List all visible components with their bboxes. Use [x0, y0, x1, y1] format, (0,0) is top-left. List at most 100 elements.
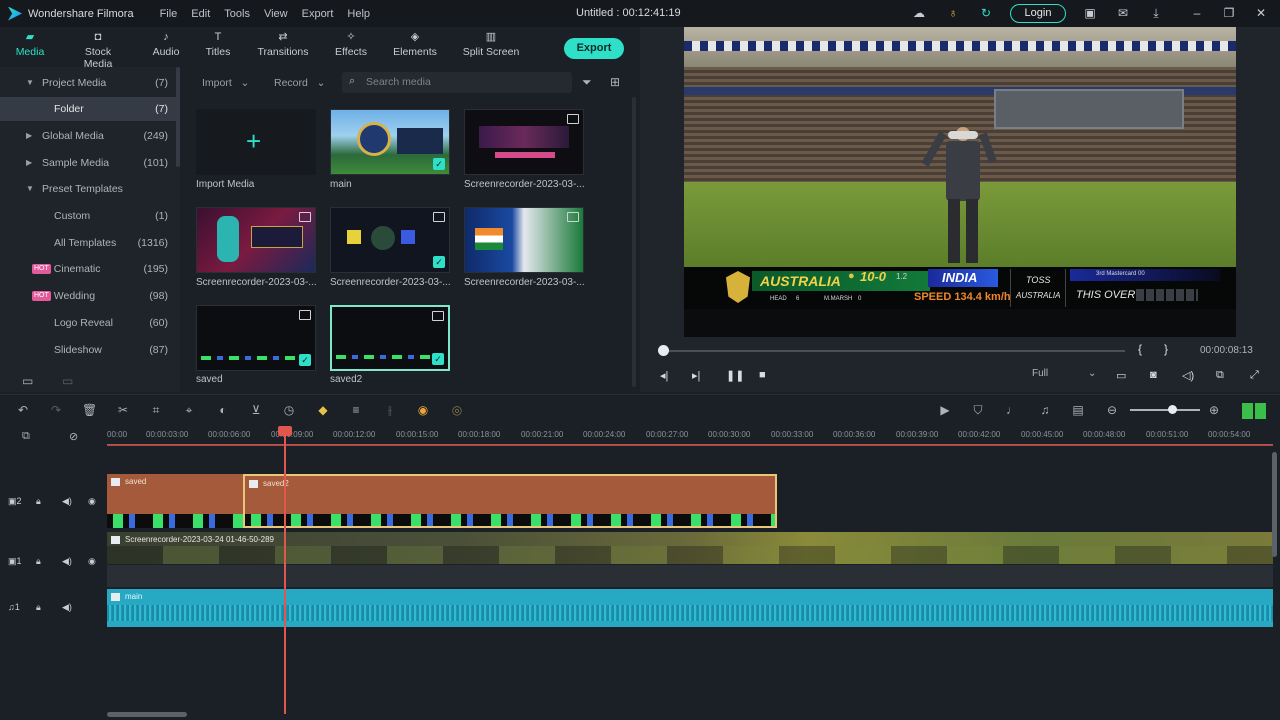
sidebar-item-custom[interactable]: Custom (1) — [0, 204, 176, 228]
sidebar-item-wedding[interactable]: HOT Wedding (98) — [0, 284, 176, 308]
undo-icon[interactable]: ↶ — [16, 403, 30, 417]
speaker-icon[interactable]: ◀) — [62, 496, 72, 507]
speaker-icon[interactable]: ◀) — [62, 602, 72, 613]
snapshot-camera-icon[interactable]: ◙ — [1150, 369, 1157, 381]
zoom-slider-handle[interactable] — [1168, 405, 1177, 414]
menu-view[interactable]: View — [264, 8, 288, 20]
tab-transitions[interactable]: ⇄ Transitions — [256, 31, 310, 58]
media-thumb-screenrecorder-2[interactable] — [196, 207, 316, 273]
redo-icon[interactable]: ↷ — [49, 403, 63, 417]
scrub-track[interactable] — [660, 350, 1125, 352]
cut-icon[interactable]: ✂ — [116, 403, 130, 417]
split-icon[interactable]: ⫲ — [383, 403, 397, 417]
import-dropdown[interactable]: Import ⌄ — [202, 73, 249, 93]
export-button[interactable]: Export — [564, 38, 624, 59]
play-icon[interactable]: ▸| — [692, 369, 700, 382]
media-thumb-main[interactable]: ✓ — [330, 109, 450, 175]
sidebar-item-folder[interactable]: Folder (7) — [0, 97, 176, 121]
sidebar-item-sample-media[interactable]: ▶ Sample Media (101) — [0, 151, 176, 175]
link-icon[interactable]: ⊘ — [69, 430, 78, 443]
mark-in-icon[interactable]: { — [1138, 342, 1142, 356]
login-button[interactable]: Login — [1010, 4, 1066, 23]
pip-icon[interactable]: ⧉ — [1216, 369, 1224, 382]
menu-edit[interactable]: Edit — [191, 8, 210, 20]
download-icon[interactable]: ⤓ — [1149, 6, 1163, 20]
tab-titles[interactable]: T Titles — [202, 31, 234, 58]
lock-icon[interactable]: 🔒︎ — [36, 602, 41, 613]
sidebar-item-all-templates[interactable]: All Templates (1316) — [0, 231, 176, 255]
menu-export[interactable]: Export — [302, 8, 334, 20]
media-thumb-saved2[interactable]: ✓ — [330, 305, 450, 371]
minimize-icon[interactable]: – — [1190, 6, 1204, 20]
timeline-vertical-scrollbar[interactable] — [1272, 452, 1277, 557]
speed-icon[interactable]: ⊻ — [249, 403, 263, 417]
sidebar-item-project-media[interactable]: ▼ Project Media (7) — [0, 71, 176, 95]
sidebar-item-global-media[interactable]: ▶ Global Media (249) — [0, 124, 176, 148]
menu-tools[interactable]: Tools — [224, 8, 250, 20]
tab-split-screen[interactable]: ▥ Split Screen — [462, 31, 520, 58]
media-thumb-screenrecorder-1[interactable] — [464, 109, 584, 175]
pause-icon[interactable]: ❚❚ — [726, 369, 744, 382]
subtitle-icon[interactable]: ▤ — [1071, 403, 1085, 417]
sidebar-item-logo-reveal[interactable]: Logo Reveal (60) — [0, 311, 176, 335]
media-scrollbar[interactable] — [632, 97, 636, 387]
sidebar-item-preset-templates[interactable]: ▼ Preset Templates — [0, 177, 176, 201]
shield-icon[interactable]: ⛉ — [971, 403, 985, 417]
zoom-slider-track[interactable] — [1130, 409, 1200, 411]
clip-screenrecorder[interactable]: Screenrecorder-2023-03-24 01-46-50-289 — [107, 532, 1273, 564]
motion-tracking-icon[interactable]: ◎ — [450, 403, 464, 417]
maximize-icon[interactable]: ❐ — [1222, 6, 1236, 20]
record-dropdown[interactable]: Record ⌄ — [274, 73, 325, 93]
timer-icon[interactable]: ◷ — [282, 403, 296, 417]
cloud-icon[interactable]: ☁ — [912, 6, 926, 20]
media-thumb-saved[interactable]: ✓ — [196, 305, 316, 371]
media-thumb-screenrecorder-3[interactable]: ✓ — [330, 207, 450, 273]
zoom-out-icon[interactable]: ⊖ — [1105, 403, 1119, 417]
quality-dropdown[interactable]: Full ⌄ — [1032, 368, 1096, 384]
clip-main-audio[interactable]: main — [107, 589, 1273, 627]
crop-icon[interactable]: ⌖ — [182, 403, 196, 417]
clip-saved[interactable]: saved — [107, 474, 245, 528]
speaker-icon[interactable]: ◀) — [62, 556, 72, 567]
sidebar-item-slideshow[interactable]: Slideshow (87) — [0, 338, 176, 362]
folder-icon[interactable]: ▭ — [62, 374, 73, 388]
delete-icon[interactable]: 🗑 — [82, 403, 97, 417]
media-thumb-screenrecorder-4[interactable] — [464, 207, 584, 273]
fullscreen-icon[interactable]: ⤢ — [1250, 369, 1259, 382]
notification-icon[interactable]: ✉ — [1116, 6, 1130, 20]
music-edit-icon[interactable]: ♫ — [1038, 403, 1052, 417]
volume-icon[interactable]: ◁) — [1182, 369, 1194, 382]
lock-icon[interactable]: 🔒︎ — [36, 496, 41, 507]
scrub-handle[interactable] — [658, 345, 669, 356]
filter-icon[interactable]: ⏷ — [582, 75, 592, 90]
monitor-icon[interactable]: ▭ — [1116, 369, 1126, 382]
eye-icon[interactable]: ◉ — [88, 556, 96, 567]
tab-media[interactable]: ▰ Media — [14, 31, 46, 58]
color-icon[interactable]: ◐ — [216, 403, 230, 417]
keyframe-icon[interactable]: ◆ — [316, 403, 330, 417]
lightbulb-icon[interactable]: ♁ — [946, 6, 960, 20]
tab-elements[interactable]: ◈ Elements — [392, 31, 438, 58]
timeline-horizontal-scrollbar[interactable] — [107, 712, 187, 717]
microphone-icon[interactable]: ♩ — [1005, 403, 1019, 417]
lock-icon[interactable]: 🔒︎ — [36, 556, 41, 567]
preview-scrubber[interactable]: { } 00:00:08:13 — [640, 342, 1280, 362]
close-icon[interactable]: ✕ — [1254, 6, 1268, 20]
audio-meter-icon[interactable] — [1242, 403, 1266, 419]
tab-audio[interactable]: ♪ Audio — [150, 31, 182, 58]
previous-frame-icon[interactable]: ◂| — [660, 369, 668, 382]
auto-reframe-icon[interactable]: ◉ — [416, 403, 430, 417]
tab-stock-media[interactable]: ◘ Stock Media — [70, 31, 126, 70]
eye-icon[interactable]: ◉ — [88, 496, 96, 507]
search-media-input[interactable]: ⌕ Search media — [342, 72, 572, 93]
tag-icon[interactable]: ⌗ — [149, 403, 163, 417]
audio-adjust-icon[interactable]: ≡ — [349, 403, 363, 417]
sync-icon[interactable]: ↻ — [979, 6, 993, 20]
stop-icon[interactable]: ■ — [759, 369, 766, 381]
menu-help[interactable]: Help — [347, 8, 370, 20]
import-media-tile[interactable]: + — [196, 109, 316, 175]
mark-out-icon[interactable]: } — [1164, 342, 1168, 356]
preview-video[interactable]: AUSTRALIA ● 10-0 1.2 HEAD 6 M.MARSH 0 IN… — [684, 27, 1236, 337]
sidebar-item-cinematic[interactable]: HOT Cinematic (195) — [0, 257, 176, 281]
clip-saved2[interactable]: saved2 — [243, 474, 777, 528]
